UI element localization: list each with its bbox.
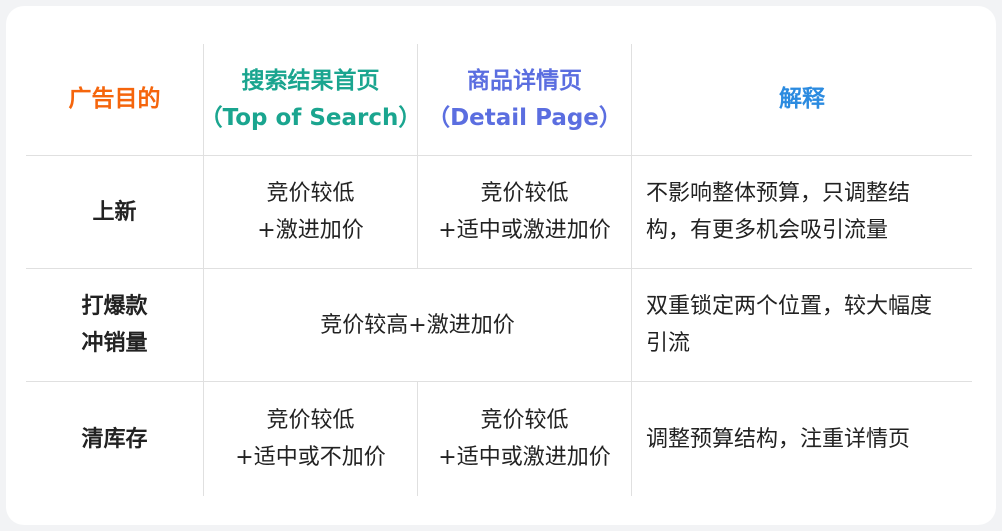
cell-text-line: 竞价较高+激进加价	[320, 312, 515, 338]
row-goal-new-launch: 上新	[26, 156, 204, 269]
row-goal-label: 清库存	[81, 426, 148, 452]
cell-text-line: 不影响整体预算，只调整结	[646, 181, 911, 206]
cell-detail-clear-inventory: 竞价较低 +适中或激进加价	[418, 382, 632, 496]
cell-text-line: +激进加价	[257, 218, 364, 243]
header-top-of-search-line2: （Top of Search）	[199, 104, 422, 131]
row-goal-clear-inventory: 清库存	[26, 382, 204, 496]
cell-text-line: 竞价较低	[480, 408, 569, 433]
row-goal-label: 冲销量	[81, 331, 148, 356]
header-ad-goal-text: 广告目的	[68, 86, 161, 112]
strategy-table-card: 广告目的 搜索结果首页 （Top of Search） 商品详情页 （Detai…	[6, 6, 996, 525]
cell-text-line: +适中或激进加价	[438, 445, 611, 470]
cell-search-new-launch: 竞价较低 +激进加价	[204, 156, 418, 269]
row-goal-bestseller: 打爆款 冲销量	[26, 269, 204, 382]
cell-text-line: +适中或激进加价	[438, 218, 611, 243]
header-ad-goal: 广告目的	[26, 44, 204, 156]
cell-text-line: 构，有更多机会吸引流量	[646, 218, 889, 243]
cell-merged-bestseller: 竞价较高+激进加价	[204, 269, 632, 382]
header-detail-page-line2: （Detail Page）	[427, 104, 622, 131]
header-detail-page-line1: 商品详情页	[467, 67, 582, 94]
cell-text-line: 双重锁定两个位置，较大幅度	[646, 294, 933, 319]
header-top-of-search: 搜索结果首页 （Top of Search）	[200, 44, 421, 156]
cell-text-line: +适中或不加价	[235, 445, 386, 470]
cell-text-line: 竞价较低	[266, 408, 355, 433]
cell-text-line: 引流	[646, 331, 691, 356]
cell-detail-new-launch: 竞价较低 +适中或激进加价	[418, 156, 632, 269]
cell-text-line: 调整预算结构，注重详情页	[646, 426, 911, 452]
cell-text-line: 竞价较低	[266, 181, 355, 206]
header-explanation-text: 解释	[779, 86, 825, 112]
ad-strategy-table: 广告目的 搜索结果首页 （Top of Search） 商品详情页 （Detai…	[26, 44, 972, 496]
cell-explain-new-launch: 不影响整体预算，只调整结 构，有更多机会吸引流量	[632, 156, 972, 269]
cell-explain-clear-inventory: 调整预算结构，注重详情页	[632, 382, 972, 496]
cell-search-clear-inventory: 竞价较低 +适中或不加价	[204, 382, 418, 496]
row-goal-label: 上新	[92, 199, 137, 225]
header-detail-page: 商品详情页 （Detail Page）	[418, 44, 632, 156]
header-top-of-search-line1: 搜索结果首页	[241, 67, 380, 94]
cell-text-line: 竞价较低	[480, 181, 569, 206]
row-goal-label: 打爆款	[81, 294, 148, 319]
header-explanation: 解释	[632, 44, 972, 156]
cell-explain-bestseller: 双重锁定两个位置，较大幅度 引流	[632, 269, 972, 382]
